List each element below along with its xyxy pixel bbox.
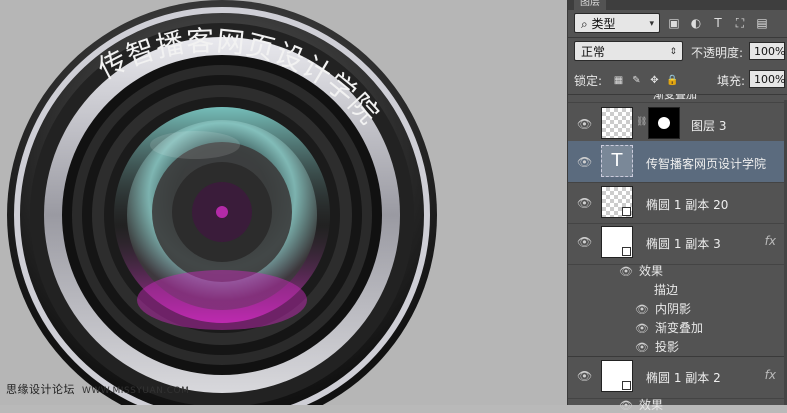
visibility-eye-icon[interactable]: 👁 — [635, 303, 649, 316]
lock-transparency-icon[interactable]: ▦ — [612, 74, 625, 87]
fill-field[interactable]: 100% — [749, 70, 785, 88]
lock-all-icon[interactable]: 🔒 — [666, 74, 679, 87]
smart-object-filter-icon[interactable]: ▤ — [754, 15, 770, 31]
visibility-eye-icon[interactable]: 👁 — [577, 196, 592, 210]
tab-layers[interactable]: 图层 — [574, 0, 606, 10]
effect-name: 投影 — [654, 340, 679, 354]
shape-filter-icon[interactable]: ⛶ — [732, 15, 748, 31]
chevron-updown-icon: ⇕ — [669, 47, 677, 57]
effects-label: 效果 — [638, 264, 663, 278]
camera-lens-artwork: 传智播客网页设计学院 — [7, 0, 437, 405]
vector-shape-icon — [622, 247, 631, 256]
fill-label: 填充: — [717, 74, 746, 88]
adjustment-filter-icon[interactable]: ◐ — [688, 15, 704, 31]
visibility-eye-icon[interactable]: 👁 — [619, 265, 633, 278]
blend-mode-select[interactable]: 正常 ⇕ — [574, 41, 683, 61]
layer-mask-thumbnail[interactable] — [648, 107, 680, 139]
effect-name: 描边 — [654, 283, 679, 297]
layer-name: 椭圆 1 副本 20 — [646, 198, 729, 212]
layer-name: 椭圆 1 副本 3 — [646, 237, 721, 251]
chevron-down-icon: ▾ — [649, 19, 654, 29]
watermark-text: 思缘设计论坛 — [6, 383, 75, 396]
type-layer-icon: T — [601, 145, 633, 177]
layer-thumbnail — [601, 107, 633, 139]
layer-partial[interactable]: 渐变叠加 — [568, 94, 784, 103]
lock-icons: ▦ ✎ ✥ 🔒 — [612, 72, 684, 87]
layer-row[interactable]: 👁 ⛓ 图层 3 — [568, 103, 784, 145]
effects-fx-icon[interactable]: fx — [765, 368, 776, 382]
vector-shape-icon — [622, 381, 631, 390]
layer-thumbnail — [601, 360, 633, 392]
effect-row[interactable]: 👁 渐变叠加 — [635, 319, 703, 336]
opacity-field[interactable]: 100% — [749, 42, 785, 60]
layer-row[interactable]: 👁 椭圆 1 副本 2 fx — [568, 357, 784, 399]
watermark-url: WWW.MISSYUAN.COM — [82, 386, 190, 396]
visibility-eye-icon[interactable]: 👁 — [577, 235, 592, 249]
layer-row[interactable]: 👁 椭圆 1 副本 3 fx — [568, 223, 784, 265]
layer-thumbnail — [601, 226, 633, 258]
visibility-eye-icon[interactable]: 👁 — [577, 117, 592, 131]
effect-row[interactable]: 👁 投影 — [635, 338, 679, 355]
link-chain-icon[interactable]: ⛓ — [636, 117, 647, 127]
visibility-eye-icon[interactable]: 👁 — [619, 399, 633, 412]
visibility-eye-icon[interactable]: 👁 — [577, 155, 592, 169]
panel-tabbar: 图层 — [568, 0, 787, 10]
watermark: 思缘设计论坛 WWW.MISSYUAN.COM — [6, 381, 189, 397]
lock-move-icon[interactable]: ✥ — [648, 74, 661, 87]
vector-shape-icon — [622, 207, 631, 216]
filter-type-label: 类型 — [591, 17, 616, 31]
layer-row[interactable]: 👁 椭圆 1 副本 20 — [568, 182, 784, 224]
layers-panel: 图层 ⌕ 类型 ▾ ▣ ◐ T ⛶ ▤ 正常 ⇕ 不透明度: 100% 锁定: ▦ ✎ ✥ 🔒… — [567, 0, 787, 412]
effects-group-row[interactable]: 👁 效果 — [619, 262, 663, 279]
visibility-eye-icon[interactable]: 👁 — [577, 369, 592, 383]
opacity-label: 不透明度: — [691, 46, 744, 60]
effect-row[interactable]: 👁 内阴影 — [635, 300, 691, 317]
filter-icons: ▣ ◐ T ⛶ ▤ — [666, 15, 776, 31]
effect-name: 渐变叠加 — [654, 321, 703, 335]
visibility-eye-icon[interactable]: 👁 — [635, 341, 649, 354]
type-filter-icon[interactable]: T — [710, 15, 726, 31]
image-filter-icon[interactable]: ▣ — [666, 15, 682, 31]
partial-layer-label: 渐变叠加 — [653, 94, 697, 101]
layer-name: 图层 3 — [691, 119, 727, 133]
effects-label: 效果 — [638, 398, 663, 412]
effect-name: 内阴影 — [654, 302, 691, 316]
layer-row-selected[interactable]: 👁 T 传智播客网页设计学院 — [568, 141, 784, 183]
layer-thumbnail — [601, 186, 633, 218]
blend-mode-value: 正常 — [581, 45, 606, 59]
lock-paint-icon[interactable]: ✎ — [630, 74, 643, 87]
lock-label: 锁定: — [574, 74, 603, 88]
search-icon: ⌕ — [581, 17, 592, 31]
visibility-eye-icon[interactable]: 👁 — [635, 322, 649, 335]
layer-name: 椭圆 1 副本 2 — [646, 371, 721, 385]
effect-row[interactable]: 描边 — [654, 281, 678, 298]
effects-fx-icon[interactable]: fx — [765, 234, 776, 248]
mask-shape — [658, 117, 670, 129]
layer-name: 传智播客网页设计学院 — [646, 157, 767, 171]
layer-filter-select[interactable]: ⌕ 类型 ▾ — [574, 13, 660, 33]
document-canvas[interactable]: 传智播客网页设计学院 思缘设计论坛 WWW.MISSYUAN.COM — [0, 0, 567, 405]
